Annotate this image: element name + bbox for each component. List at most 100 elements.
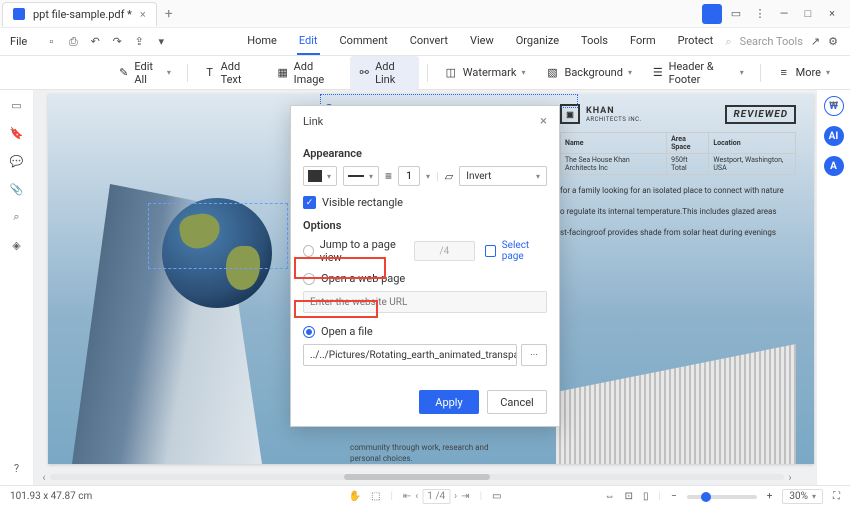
ai-icon[interactable]: AI xyxy=(824,126,844,146)
more-icon: ≡ xyxy=(777,66,791,80)
header-footer-button[interactable]: ☰Header & Footer▾ xyxy=(644,56,752,90)
search-icon: ⌕ xyxy=(726,35,732,49)
zoom-out-icon[interactable]: − xyxy=(671,491,677,502)
more-button[interactable]: ≡More▾ xyxy=(769,62,838,84)
help-icon[interactable]: ? xyxy=(8,459,26,477)
cancel-button[interactable]: Cancel xyxy=(487,390,547,414)
apply-button[interactable]: Apply xyxy=(419,390,479,414)
sliders-icon[interactable]: ⚌ xyxy=(824,93,844,113)
redo-icon[interactable]: ↷ xyxy=(109,34,125,50)
image-icon: ▦ xyxy=(277,66,289,80)
read-mode-icon[interactable]: ▭ xyxy=(492,491,501,502)
bookmark-icon[interactable]: 🔖 xyxy=(8,124,26,142)
tab-convert[interactable]: Convert xyxy=(408,28,450,55)
kebab-menu[interactable]: ⋮ xyxy=(750,4,770,24)
tab-form[interactable]: Form xyxy=(628,28,658,55)
maximize-button[interactable]: □ xyxy=(798,4,818,24)
dialog-close-icon[interactable]: × xyxy=(540,114,547,129)
background-icon: ▧ xyxy=(545,66,559,80)
first-page-icon[interactable]: ⇤ xyxy=(403,491,411,502)
edit-all-button[interactable]: ✎Edit All▾ xyxy=(110,56,179,90)
search-input[interactable]: Search Tools xyxy=(740,35,803,48)
layers-icon[interactable]: ◈ xyxy=(8,236,26,254)
thickness-input[interactable] xyxy=(398,166,420,186)
thumbnail-icon[interactable]: ▭ xyxy=(8,96,26,114)
thickness-dropdown[interactable]: ▾ xyxy=(426,172,430,181)
last-page-icon[interactable]: ⇥ xyxy=(461,491,469,502)
visible-rectangle-checkbox[interactable]: ✓ xyxy=(303,196,316,209)
thickness-icon: ≡ xyxy=(385,169,392,183)
desc-3: st-facingroof provides shade from solar … xyxy=(560,227,796,238)
save-icon[interactable]: ▫ xyxy=(43,34,59,50)
search-panel-icon[interactable]: ⌕ xyxy=(8,208,26,226)
text-icon: T xyxy=(204,66,216,80)
open-web-label: Open a web page xyxy=(321,272,405,285)
link-style-line[interactable]: ▾ xyxy=(343,166,379,186)
single-page-icon[interactable]: ▯ xyxy=(643,491,649,502)
zoom-slider[interactable] xyxy=(687,495,757,499)
zoom-in-icon[interactable]: + xyxy=(767,491,773,502)
scroll-thumb[interactable] xyxy=(344,474,491,480)
message-icon[interactable]: ▭ xyxy=(726,4,746,24)
close-window-button[interactable]: × xyxy=(822,4,842,24)
file-menu[interactable]: File xyxy=(0,35,37,48)
info-block: ▣ KHAN ARCHITECTS INC. REVIEWED NameArea… xyxy=(560,104,796,239)
link-style-color[interactable]: ▾ xyxy=(303,166,337,186)
fit-width-icon[interactable]: ⇔ xyxy=(605,491,615,502)
add-tab-button[interactable]: + xyxy=(157,6,181,22)
a-icon[interactable]: A xyxy=(824,156,844,176)
background-button[interactable]: ▧Background▾ xyxy=(537,62,640,84)
select-page-link[interactable]: Select page xyxy=(502,240,547,262)
page-number-input[interactable]: /4 xyxy=(414,241,475,261)
fit-page-icon[interactable]: ⊡ xyxy=(625,491,633,502)
tab-comment[interactable]: Comment xyxy=(338,28,390,55)
next-page-icon[interactable]: › xyxy=(454,491,457,502)
print-icon[interactable]: ⎙ xyxy=(65,34,81,50)
tab-organize[interactable]: Organize xyxy=(514,28,561,55)
highlight-style-select[interactable]: Invert▾ xyxy=(459,166,547,186)
minimize-button[interactable]: — xyxy=(774,4,794,24)
browse-button[interactable]: ··· xyxy=(521,344,547,366)
divider: | xyxy=(436,170,439,183)
radio-open-web[interactable] xyxy=(303,273,315,285)
radio-jump-page[interactable] xyxy=(303,245,314,257)
radio-open-file[interactable] xyxy=(303,326,315,338)
url-input[interactable] xyxy=(303,291,547,313)
ribbon: ✎Edit All▾ TAdd Text ▦Add Image ⚯Add Lin… xyxy=(0,56,850,90)
tab-edit[interactable]: Edit xyxy=(297,28,320,55)
share-icon[interactable]: ⇪ xyxy=(131,34,147,50)
add-image-button[interactable]: ▦Add Image xyxy=(269,56,347,90)
attachment-icon[interactable]: 📎 xyxy=(8,180,26,198)
fullscreen-icon[interactable]: ⛶ xyxy=(833,491,840,502)
scroll-right-icon[interactable]: › xyxy=(784,471,796,484)
document-tab[interactable]: ppt file-sample.pdf * × xyxy=(2,2,157,26)
tab-home[interactable]: Home xyxy=(245,28,279,55)
tab-protect[interactable]: Protect xyxy=(676,28,716,55)
user-avatar[interactable] xyxy=(702,4,722,24)
scroll-left-icon[interactable]: ‹ xyxy=(38,471,50,484)
tab-tools[interactable]: Tools xyxy=(579,28,610,55)
selection-box[interactable] xyxy=(148,203,288,269)
statusbar: 101.93 x 47.87 cm ✋ ⬚ | ⇤ ‹ 1 /4 › ⇥ | ▭… xyxy=(0,485,850,507)
tab-view[interactable]: View xyxy=(468,28,496,55)
comment-panel-icon[interactable]: 💬 xyxy=(8,152,26,170)
titlebar: ppt file-sample.pdf * × + ▭ ⋮ — □ × xyxy=(0,0,850,28)
more-quick-icon[interactable]: ▾ xyxy=(153,34,169,50)
close-tab-icon[interactable]: × xyxy=(140,8,146,21)
add-link-button[interactable]: ⚯Add Link xyxy=(350,56,419,90)
building-right-graphic xyxy=(556,344,796,464)
horizontal-scrollbar[interactable]: ‹ › xyxy=(38,472,796,482)
zoom-value[interactable]: 30%▾ xyxy=(782,489,823,504)
undo-icon[interactable]: ↶ xyxy=(87,34,103,50)
select-tool-icon[interactable]: ⬚ xyxy=(371,491,380,502)
prev-page-icon[interactable]: ‹ xyxy=(415,491,418,502)
watermark-button[interactable]: ◫Watermark▾ xyxy=(436,62,534,84)
brand-sub: ARCHITECTS INC. xyxy=(586,116,642,123)
arrow-icon[interactable]: ↗ xyxy=(811,35,820,48)
page-input[interactable]: 1 /4 xyxy=(422,489,450,504)
settings-icon[interactable]: ⚙ xyxy=(828,35,838,48)
hand-tool-icon[interactable]: ✋ xyxy=(349,491,361,502)
add-text-button[interactable]: TAdd Text xyxy=(196,56,265,90)
file-path-input[interactable]: ../../Pictures/Rotating_earth_animated_t… xyxy=(303,344,517,366)
jump-label: Jump to a page view xyxy=(320,238,408,264)
